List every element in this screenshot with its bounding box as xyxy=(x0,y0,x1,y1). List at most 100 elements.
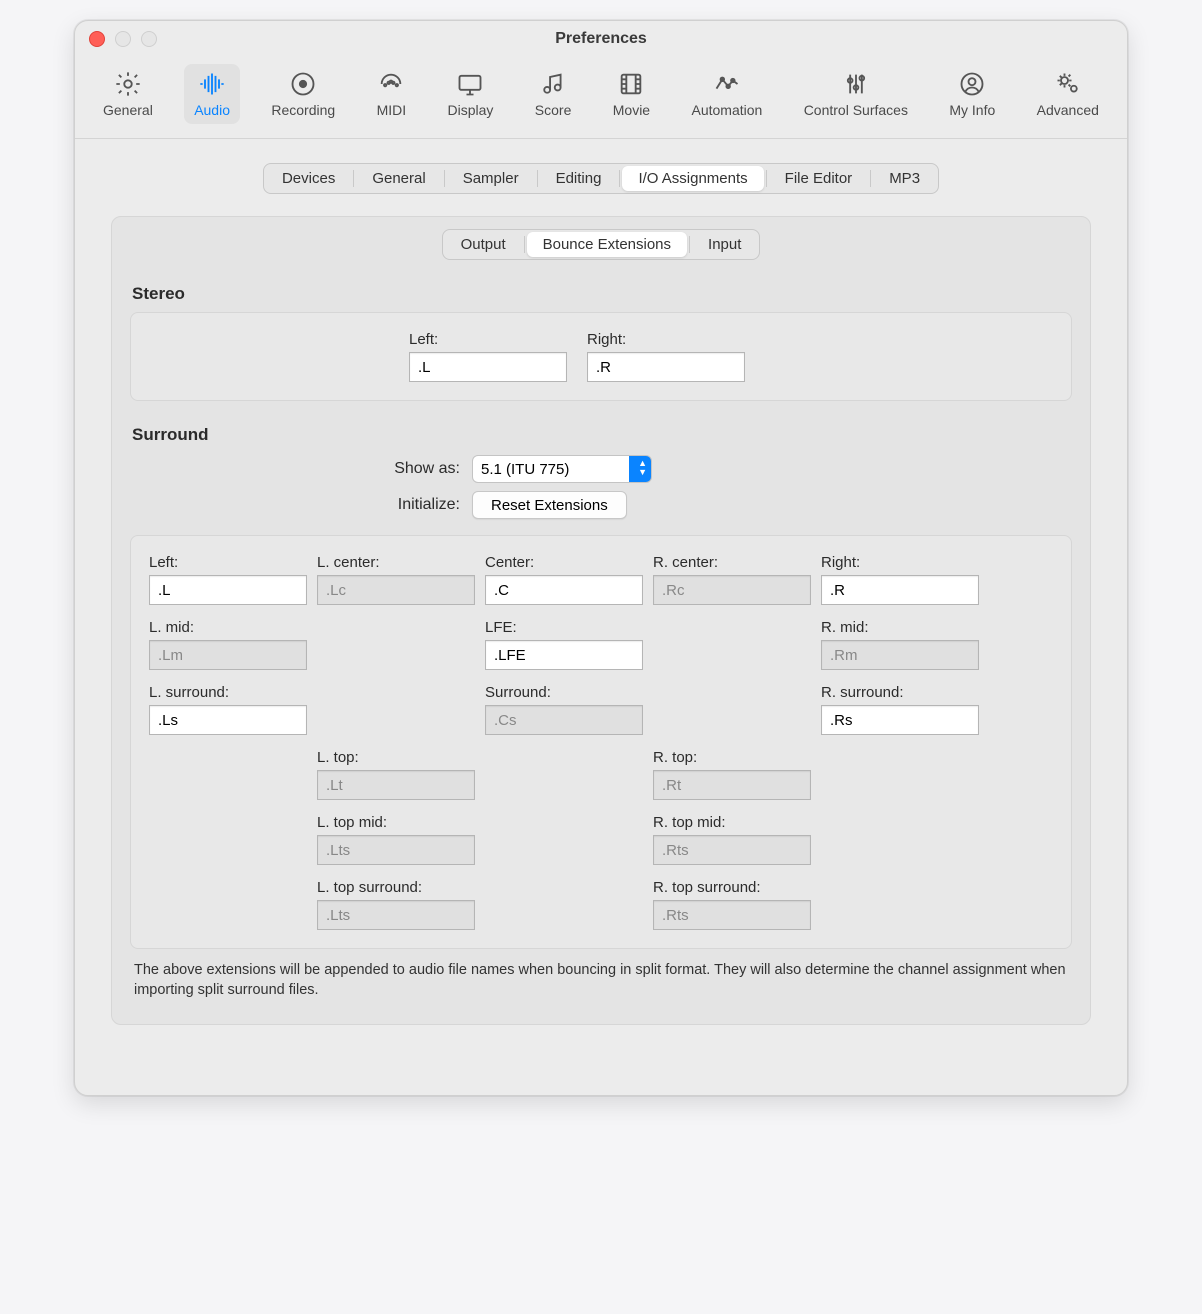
score-icon xyxy=(539,70,567,98)
field-surround-label: Surround: xyxy=(485,684,633,701)
field-left-label: Left: xyxy=(149,554,297,571)
field-lsurround-input[interactable] xyxy=(149,705,307,735)
stereo-group: Left: Right: xyxy=(130,312,1072,401)
traffic-lights xyxy=(89,31,157,47)
surround-controls: Show as: 5.1 (ITU 775) ▲▼ Initialize: Re… xyxy=(130,455,1072,519)
toolbar-label: Movie xyxy=(613,102,650,118)
tabs-row-1: Devices General Sampler Editing I/O Assi… xyxy=(111,163,1091,194)
toolbar-label: MIDI xyxy=(377,102,407,118)
toolbar-label: Audio xyxy=(194,102,230,118)
field-ltop-input xyxy=(317,770,475,800)
tab-sampler[interactable]: Sampler xyxy=(447,166,535,191)
field-rtop-label: R. top: xyxy=(653,749,801,766)
toolbar-recording[interactable]: Recording xyxy=(261,64,345,124)
field-rtopmid-input xyxy=(653,835,811,865)
panel: Output Bounce Extensions Input Stereo Le… xyxy=(111,216,1091,1025)
sliders-icon xyxy=(842,70,870,98)
toolbar-movie[interactable]: Movie xyxy=(603,64,660,124)
tab-output[interactable]: Output xyxy=(445,232,522,257)
stereo-section-title: Stereo xyxy=(132,284,1072,304)
field-right-input[interactable] xyxy=(821,575,979,605)
midi-icon xyxy=(377,70,405,98)
toolbar: General Audio Recording MIDI Display xyxy=(75,58,1127,139)
surround-section-title: Surround xyxy=(132,425,1072,445)
toolbar-label: General xyxy=(103,102,153,118)
toolbar-label: Score xyxy=(535,102,572,118)
field-ltopsurround-input xyxy=(317,900,475,930)
field-rmid-input xyxy=(821,640,979,670)
surround-grid: Left: L. center: Center: R. center: Righ… xyxy=(149,554,1053,930)
field-rcenter-input xyxy=(653,575,811,605)
toolbar-label: Automation xyxy=(691,102,762,118)
window-title: Preferences xyxy=(555,30,647,48)
field-left-input[interactable] xyxy=(149,575,307,605)
tabs-row-1-inner: Devices General Sampler Editing I/O Assi… xyxy=(263,163,939,194)
display-icon xyxy=(456,70,484,98)
field-rtopmid-label: R. top mid: xyxy=(653,814,801,831)
field-right-label: Right: xyxy=(821,554,969,571)
tab-general[interactable]: General xyxy=(356,166,441,191)
field-ltopmid-input xyxy=(317,835,475,865)
field-rtopsurround-label: R. top surround: xyxy=(653,879,801,896)
field-rmid-label: R. mid: xyxy=(821,619,969,636)
field-ltopmid-label: L. top mid: xyxy=(317,814,465,831)
preferences-window: Preferences General Audio Recording MIDI xyxy=(74,20,1128,1096)
stereo-left-input[interactable] xyxy=(409,352,567,382)
tab-devices[interactable]: Devices xyxy=(266,166,351,191)
toolbar-general[interactable]: General xyxy=(93,64,163,124)
gears-icon xyxy=(1054,70,1082,98)
automation-icon xyxy=(713,70,741,98)
toolbar-automation[interactable]: Automation xyxy=(681,64,772,124)
tab-mp3[interactable]: MP3 xyxy=(873,166,936,191)
tab-file-editor[interactable]: File Editor xyxy=(769,166,869,191)
toolbar-display[interactable]: Display xyxy=(438,64,504,124)
minimize-icon[interactable] xyxy=(115,31,131,47)
person-icon xyxy=(958,70,986,98)
record-icon xyxy=(289,70,317,98)
stereo-right-label: Right: xyxy=(587,331,745,348)
close-icon[interactable] xyxy=(89,31,105,47)
field-lfe-label: LFE: xyxy=(485,619,633,636)
toolbar-label: Display xyxy=(448,102,494,118)
waveform-icon xyxy=(198,70,226,98)
field-center-label: Center: xyxy=(485,554,633,571)
field-lcenter-label: L. center: xyxy=(317,554,465,571)
tab-io-assignments[interactable]: I/O Assignments xyxy=(622,166,763,191)
field-lsurround-label: L. surround: xyxy=(149,684,297,701)
field-rtop-input xyxy=(653,770,811,800)
show-as-select[interactable]: 5.1 (ITU 775) xyxy=(472,455,652,483)
field-rcenter-label: R. center: xyxy=(653,554,801,571)
tab-input[interactable]: Input xyxy=(692,232,757,257)
surround-grid-group: Left: L. center: Center: R. center: Righ… xyxy=(130,535,1072,949)
toolbar-audio[interactable]: Audio xyxy=(184,64,240,124)
tabs-row-2: Output Bounce Extensions Input xyxy=(130,229,1072,260)
field-lmid-input xyxy=(149,640,307,670)
field-ltopsurround-label: L. top surround: xyxy=(317,879,465,896)
field-lcenter-input xyxy=(317,575,475,605)
field-center-input[interactable] xyxy=(485,575,643,605)
toolbar-advanced[interactable]: Advanced xyxy=(1027,64,1109,124)
stereo-left-label: Left: xyxy=(409,331,567,348)
stereo-right-input[interactable] xyxy=(587,352,745,382)
toolbar-score[interactable]: Score xyxy=(525,64,582,124)
tab-bounce-extensions[interactable]: Bounce Extensions xyxy=(527,232,687,257)
toolbar-control-surfaces[interactable]: Control Surfaces xyxy=(794,64,918,124)
field-ltop-label: L. top: xyxy=(317,749,465,766)
tabs-row-2-inner: Output Bounce Extensions Input xyxy=(442,229,761,260)
show-as-label: Show as: xyxy=(130,460,460,478)
zoom-icon[interactable] xyxy=(141,31,157,47)
toolbar-label: My Info xyxy=(949,102,995,118)
footer-note: The above extensions will be appended to… xyxy=(134,961,1068,1000)
content: Devices General Sampler Editing I/O Assi… xyxy=(75,139,1127,1095)
field-rsurround-input[interactable] xyxy=(821,705,979,735)
gear-icon xyxy=(114,70,142,98)
reset-extensions-button[interactable]: Reset Extensions xyxy=(472,491,627,519)
field-lmid-label: L. mid: xyxy=(149,619,297,636)
field-lfe-input[interactable] xyxy=(485,640,643,670)
field-surround-input xyxy=(485,705,643,735)
titlebar: Preferences xyxy=(75,21,1127,58)
toolbar-midi[interactable]: MIDI xyxy=(367,64,417,124)
tab-editing[interactable]: Editing xyxy=(540,166,618,191)
toolbar-label: Advanced xyxy=(1037,102,1099,118)
toolbar-my-info[interactable]: My Info xyxy=(939,64,1005,124)
